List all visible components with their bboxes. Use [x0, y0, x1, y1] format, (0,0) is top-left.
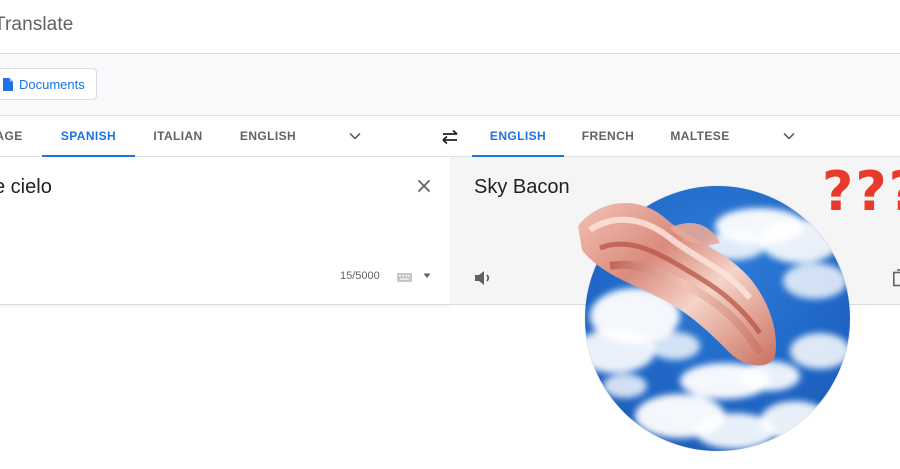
- app-header: Translate: [0, 0, 900, 54]
- copy-icon[interactable]: [893, 269, 900, 287]
- source-lang-tab-english[interactable]: ENGLISH: [232, 116, 304, 157]
- source-text-input[interactable]: e cielo: [0, 176, 52, 199]
- translation-output: Sky Bacon: [474, 176, 570, 198]
- question-marks-overlay: ???: [822, 160, 900, 223]
- source-panel: e cielo 15/5000: [0, 157, 450, 305]
- target-lang-tab-maltese[interactable]: MALTESE: [662, 116, 738, 157]
- char-count: 15/5000: [340, 270, 380, 282]
- source-lang-tab-spanish[interactable]: SPANISH: [42, 116, 135, 157]
- chevron-down-icon[interactable]: [782, 129, 796, 143]
- bacon-image: [578, 203, 776, 366]
- language-bar: AGE SPANISH ITALIAN ENGLISH ENGLISH FREN…: [0, 115, 900, 157]
- close-icon[interactable]: [417, 179, 431, 193]
- swap-icon[interactable]: [440, 128, 460, 146]
- document-icon: [3, 77, 13, 91]
- source-lang-tab-detect[interactable]: AGE: [0, 116, 24, 157]
- documents-button[interactable]: Documents: [0, 68, 97, 100]
- source-lang-tab-italian[interactable]: ITALIAN: [145, 116, 211, 157]
- mode-bar: Documents: [0, 55, 900, 115]
- target-lang-tab-english[interactable]: ENGLISH: [472, 116, 564, 157]
- target-lang-tab-french[interactable]: FRENCH: [574, 116, 642, 157]
- caret-down-icon[interactable]: [423, 273, 431, 279]
- keyboard-icon[interactable]: [397, 273, 412, 282]
- app-title[interactable]: Translate: [0, 14, 73, 36]
- documents-label: Documents: [19, 76, 85, 92]
- chevron-down-icon[interactable]: [348, 129, 362, 143]
- speaker-icon[interactable]: [474, 269, 494, 287]
